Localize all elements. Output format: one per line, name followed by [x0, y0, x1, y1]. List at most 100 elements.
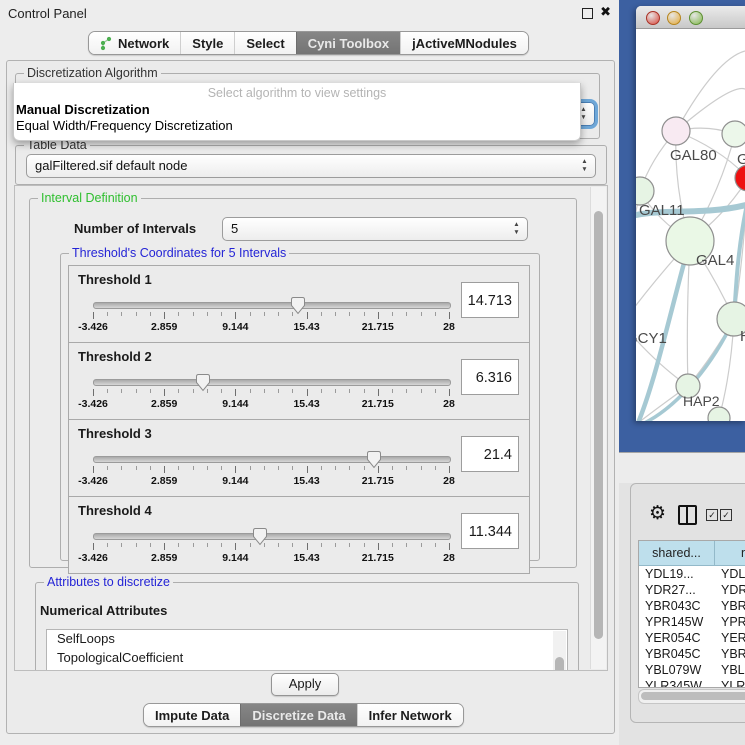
tick-mark — [121, 389, 122, 393]
threshold-value-field[interactable]: 6.316 — [461, 359, 519, 395]
tick-mark — [307, 466, 308, 473]
threshold-slider[interactable]: -3.4262.8599.14415.4321.71528 — [93, 527, 449, 567]
tick-label: -3.426 — [78, 321, 108, 333]
threshold-value-field[interactable]: 21.4 — [461, 436, 519, 472]
split-pane-icon[interactable] — [678, 505, 697, 525]
tick-mark — [349, 389, 350, 393]
table-hscrollbar[interactable] — [638, 689, 745, 704]
svg-text:H: H — [740, 328, 745, 345]
tick-mark — [121, 543, 122, 547]
tab-cyni-toolbox[interactable]: Cyni Toolbox — [296, 32, 400, 54]
attributes-scrollbar[interactable] — [553, 631, 566, 671]
tick-mark — [136, 466, 137, 470]
slider-thumb[interactable] — [195, 373, 211, 392]
attribute-item[interactable]: BetweennessCentrality — [47, 667, 567, 671]
tick-mark — [107, 389, 108, 393]
tick-label: 21.715 — [362, 475, 394, 487]
tick-mark — [435, 543, 436, 547]
cell-shared-name: YDL19... — [639, 566, 715, 582]
threshold-slider[interactable]: -3.4262.8599.14415.4321.71528 — [93, 373, 449, 413]
tick-label: 2.859 — [151, 398, 177, 410]
apply-button[interactable]: Apply — [271, 673, 339, 696]
column-header[interactable]: shared... — [639, 541, 715, 565]
network-canvas[interactable]: GAL80GAGAL11CGAL4GCY1HHAP2 — [636, 29, 745, 421]
slider-track[interactable] — [93, 456, 451, 463]
slider-thumb[interactable] — [252, 527, 268, 546]
tab-label: Style — [192, 36, 223, 51]
table-row[interactable]: YPR145WYPR1 — [639, 614, 745, 630]
checkbox-icon[interactable]: ✓ — [720, 509, 732, 521]
tick-mark — [378, 389, 379, 396]
table-panel: ⚙ ✓ ✓ shared... na YDL19...YDL1YDR27...Y… — [630, 483, 745, 723]
tab-style[interactable]: Style — [180, 32, 234, 54]
zoom-traffic-light[interactable] — [689, 11, 703, 25]
tab-discretize-data[interactable]: Discretize Data — [240, 704, 356, 726]
table-row[interactable]: YER054CYER0 — [639, 630, 745, 646]
slider-track[interactable] — [93, 533, 451, 540]
node-table[interactable]: shared... na YDL19...YDL1YDR27...YDR2YBR… — [638, 540, 745, 688]
tick-mark — [121, 312, 122, 316]
slider-thumb[interactable] — [366, 450, 382, 469]
attribute-item[interactable]: TopologicalCoefficient — [47, 649, 567, 668]
slider-thumb[interactable] — [290, 296, 306, 315]
top-tab-bar: Network Style SelectCyni ToolboxjActiveMNo… — [88, 31, 529, 55]
stepper-icon: ▲▼ — [512, 221, 521, 237]
tick-label: 15.43 — [293, 552, 319, 564]
minimize-traffic-light[interactable] — [667, 11, 681, 25]
table-row[interactable]: YDL19...YDL1 — [639, 566, 745, 582]
threshold-slider[interactable]: -3.4262.8599.14415.4321.71528 — [93, 296, 449, 336]
threshold-value-field[interactable]: 14.713 — [461, 282, 519, 318]
tab-jactivemnodules[interactable]: jActiveMNodules — [400, 32, 528, 54]
control-panel-window: Control Panel ✖ NetworkStyleSelectCyni T… — [0, 0, 620, 745]
tick-mark — [292, 543, 293, 547]
tab-infer-network[interactable]: Infer Network — [357, 704, 463, 726]
main-scrollbar[interactable] — [590, 187, 606, 669]
scrollbar-thumb[interactable] — [594, 211, 603, 639]
tick-mark — [150, 389, 151, 393]
slider-track[interactable] — [93, 379, 451, 386]
number-of-intervals-combo[interactable]: 5 ▲▼ — [222, 217, 528, 241]
tick-mark — [349, 466, 350, 470]
checkbox-icon[interactable]: ✓ — [706, 509, 718, 521]
tick-mark — [93, 312, 94, 319]
attribute-item[interactable]: SelfLoops — [47, 630, 567, 649]
tick-mark — [136, 543, 137, 547]
close-icon[interactable]: ✖ — [600, 4, 611, 20]
interval-definition-title: Interval Definition — [38, 191, 141, 205]
close-traffic-light[interactable] — [646, 11, 660, 25]
table-row[interactable]: YBR045CYBR0 — [639, 646, 745, 662]
table-panel-header: Table Panel — [619, 452, 745, 483]
table-data-combo[interactable]: galFiltered.sif default node ▲▼ — [26, 154, 596, 178]
tab-impute-data[interactable]: Impute Data — [144, 704, 240, 726]
tick-label: 15.43 — [293, 475, 319, 487]
tick-label: 28 — [443, 552, 455, 564]
tick-label: 2.859 — [151, 321, 177, 333]
table-row[interactable]: YBR043CYBR0 — [639, 598, 745, 614]
column-header[interactable]: na — [715, 541, 745, 565]
tick-mark — [264, 389, 265, 393]
float-window-icon[interactable] — [582, 8, 593, 19]
tick-mark — [150, 312, 151, 316]
tick-mark — [421, 389, 422, 393]
popup-item-equal-width[interactable]: Equal Width/Frequency Discretization — [16, 118, 233, 133]
tick-mark — [235, 543, 236, 550]
table-row[interactable]: YLR345WYLR3 — [639, 678, 745, 688]
table-row[interactable]: YDR27...YDR2 — [639, 582, 745, 598]
tick-mark — [164, 543, 165, 550]
numerical-attributes-list[interactable]: SelfLoopsTopologicalCoefficientBetweenne… — [46, 629, 568, 671]
scrollbar-thumb[interactable] — [641, 692, 745, 700]
tick-mark — [421, 543, 422, 547]
tick-mark — [364, 466, 365, 470]
tab-select[interactable]: Select — [234, 32, 295, 54]
table-row[interactable]: YBL079WYBL0 — [639, 662, 745, 678]
cell-name: YDL1 — [715, 566, 745, 582]
scrollbar-thumb[interactable] — [555, 657, 564, 671]
popup-item-manual[interactable]: Manual Discretization — [16, 102, 150, 117]
threshold-slider[interactable]: -3.4262.8599.14415.4321.71528 — [93, 450, 449, 490]
threshold-value-field[interactable]: 11.344 — [461, 513, 519, 549]
tick-mark — [107, 312, 108, 316]
tick-mark — [207, 466, 208, 470]
slider-track[interactable] — [93, 302, 451, 309]
gear-icon[interactable]: ⚙ — [649, 502, 666, 525]
tab-network[interactable]: Network — [89, 32, 180, 54]
